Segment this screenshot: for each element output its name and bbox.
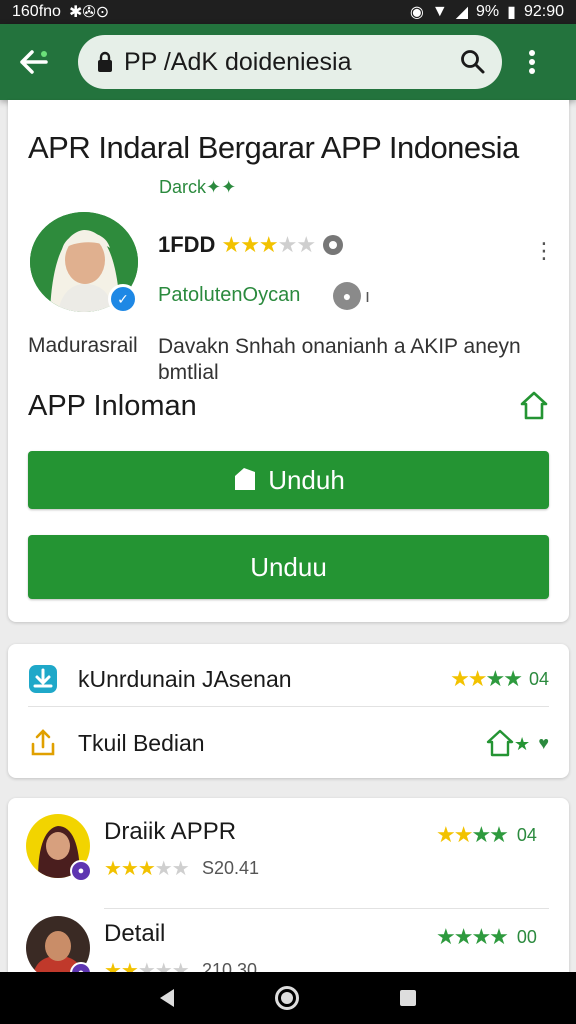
more-vert-icon — [529, 50, 535, 74]
rating-stars: ★★★★ — [436, 822, 509, 847]
status-left-text: 160fno — [12, 3, 61, 20]
category-label: Madurasrail — [28, 334, 138, 357]
app-bar: PP /AdK doideniesia — [0, 24, 576, 100]
url-text: PP /AdK doideniesia — [124, 47, 352, 76]
app-title: APR Indaral Bergarar APP Indonesia — [28, 130, 519, 165]
lock-icon — [98, 51, 112, 72]
rating-stars: ★★★★ — [450, 666, 523, 691]
tag-icon — [235, 468, 256, 490]
rating-value: 1FDD — [158, 232, 216, 257]
star-icon: ★ — [277, 232, 298, 257]
back-button[interactable] — [12, 40, 56, 84]
battery-icon: ▮ — [507, 4, 516, 21]
system-nav-bar — [0, 972, 576, 1024]
review-item[interactable]: ● Draiik APPR ★★★★★ S20.41 ★★★★ 04 — [8, 808, 569, 909]
review-count: S20.41 — [202, 858, 260, 878]
nav-recents-icon[interactable] — [399, 990, 416, 1006]
person-icon: ● — [333, 282, 361, 310]
status-bar: 160fno ✱✇⊙ ◉ ▼ ◢ 9% ▮ 92:90 — [0, 0, 576, 24]
reviewer-name: Draiik APPR — [104, 818, 237, 845]
star-icon: ★ — [258, 232, 279, 257]
star-icon: ★ — [296, 232, 316, 257]
battery-level: 9% — [476, 3, 500, 20]
publisher-mark: ı — [365, 286, 371, 306]
share-icon[interactable] — [518, 390, 550, 422]
app-description: Davakn Snhah onanianh a AKIP aneyn bmtli… — [158, 335, 521, 384]
url-bar[interactable]: PP /AdK doideniesia — [78, 35, 502, 89]
review-stars: ★★★★★ — [104, 858, 190, 880]
section-title: APP Inloman — [28, 390, 197, 422]
info-card: kUnrdunain JAsenan ★★★★ 04 Tkuil Bedian … — [8, 644, 569, 778]
nav-back-icon[interactable] — [160, 989, 175, 1007]
list-item[interactable]: Tkuil Bedian ★ ♥ — [8, 712, 569, 774]
svg-text:★: ★ — [514, 734, 530, 755]
star-icon: ★ — [221, 232, 241, 257]
divider — [28, 706, 549, 707]
alarm-icon: ◉ — [409, 4, 424, 21]
row-value: 04 — [528, 668, 549, 689]
heart-icon[interactable]: ♥ — [538, 733, 549, 754]
rating-stars: ★★★★ — [436, 924, 509, 949]
verified-badge-icon: ✓ — [108, 284, 138, 314]
notification-icons: ✱✇⊙ — [68, 4, 110, 21]
row-label: kUnrdunain JAsenan — [78, 665, 292, 692]
divider — [104, 908, 549, 909]
reviewer-name: Detail — [104, 920, 166, 947]
reviews-card: ● Draiik APPR ★★★★★ S20.41 ★★★★ 04 ● Det… — [8, 798, 569, 988]
wifi-icon: ▼ — [431, 3, 448, 20]
install-button-label: Unduh — [268, 464, 345, 495]
signal-icon: ◢ — [455, 4, 469, 21]
clock: 92:90 — [523, 3, 564, 20]
rating-stars: ★ ★ ★ ★ ★ — [221, 232, 316, 258]
nav-home-icon[interactable] — [274, 986, 299, 1010]
back-arrow-icon — [20, 50, 48, 74]
overflow-menu-button[interactable] — [514, 40, 550, 84]
publisher-link[interactable]: PatolutenOycan — [158, 284, 300, 307]
card-more-icon[interactable]: ⋮ — [533, 236, 555, 266]
app-detail-card: APR Indaral Bergarar APP Indonesia Darck… — [8, 100, 569, 622]
review-score: 00 — [516, 926, 537, 947]
row-label: Tkuil Bedian — [78, 729, 205, 756]
list-item[interactable]: kUnrdunain JAsenan ★★★★ 04 — [8, 648, 569, 710]
rating-row: 1FDD ★ ★ ★ ★ ★ — [158, 232, 345, 258]
review-score: 04 — [516, 824, 537, 845]
search-icon[interactable] — [460, 49, 486, 75]
upload-icon — [28, 728, 58, 758]
install-button[interactable]: Unduh — [28, 451, 549, 509]
download-button[interactable]: Unduu — [28, 535, 549, 599]
home-star-icon: ★ — [487, 729, 530, 757]
download-app-icon — [28, 664, 58, 694]
download-button-label: Unduu — [250, 551, 327, 582]
star-icon: ★ — [240, 232, 260, 257]
reviewer-badge-icon: ● — [70, 860, 92, 882]
info-icon[interactable] — [321, 233, 345, 257]
developer-tag[interactable]: Darck✦✦ — [159, 177, 236, 198]
